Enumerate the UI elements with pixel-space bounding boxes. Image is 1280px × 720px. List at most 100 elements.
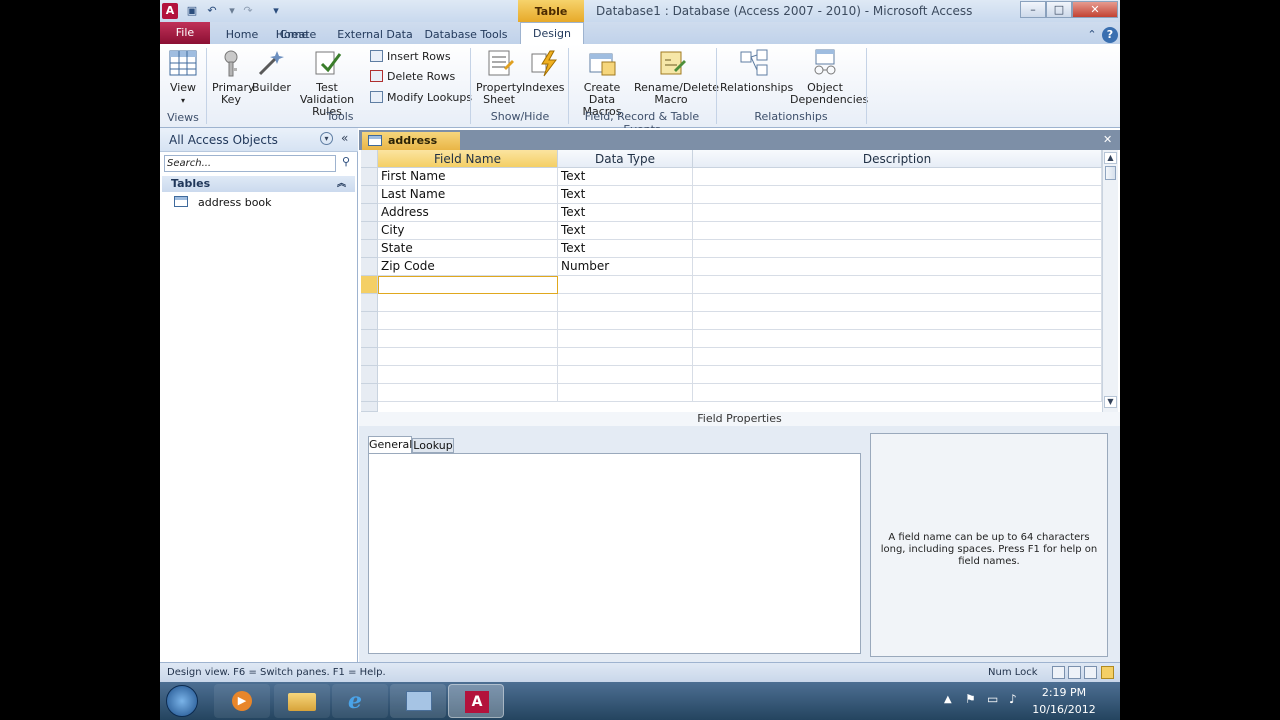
close-button[interactable]: ✕ xyxy=(1072,1,1118,18)
field-name-cell[interactable]: State xyxy=(378,240,558,258)
column-header-data-type[interactable]: Data Type xyxy=(558,150,693,168)
property-sheet-button[interactable]: Property Sheet xyxy=(476,48,523,106)
insert-rows-button[interactable]: Insert Rows xyxy=(370,49,451,65)
close-document-icon[interactable]: ✕ xyxy=(1103,133,1112,146)
rename-delete-macro-button[interactable]: Rename/Delete Macro xyxy=(634,48,719,106)
maximize-button[interactable]: □ xyxy=(1046,1,1072,18)
description-cell[interactable] xyxy=(693,222,1102,240)
data-type-cell[interactable]: Text xyxy=(558,222,693,240)
row-selector[interactable] xyxy=(361,204,378,222)
current-row-selector[interactable] xyxy=(361,276,378,294)
start-button-icon[interactable] xyxy=(166,685,198,717)
data-type-cell[interactable]: Number xyxy=(558,258,693,276)
show-hidden-icons-icon[interactable]: ▲ xyxy=(944,694,952,705)
nav-item-address-book[interactable]: address book xyxy=(174,195,272,211)
empty-cell[interactable] xyxy=(693,312,1102,330)
description-cell[interactable] xyxy=(693,168,1102,186)
collapse-section-icon[interactable]: ︽ xyxy=(337,176,346,192)
data-type-cell[interactable]: Text xyxy=(558,204,693,222)
new-description-cell[interactable] xyxy=(693,276,1102,294)
empty-cell[interactable] xyxy=(558,312,693,330)
primary-key-button[interactable]: Primary Key xyxy=(212,48,255,106)
nav-header[interactable]: All Access Objects ▾ « xyxy=(160,128,358,152)
empty-cell[interactable] xyxy=(693,330,1102,348)
new-data-type-cell[interactable] xyxy=(558,276,693,294)
redo-icon[interactable]: ↷ xyxy=(240,3,256,19)
modify-lookups-button[interactable]: Modify Lookups xyxy=(370,90,472,106)
qat-dropdown-icon[interactable]: ▾ xyxy=(224,3,240,19)
column-header-field-name[interactable]: Field Name xyxy=(378,150,558,168)
data-type-cell[interactable]: Text xyxy=(558,186,693,204)
action-center-flag-icon[interactable]: ⚑ xyxy=(965,692,976,706)
volume-icon[interactable]: ♪ xyxy=(1009,692,1017,706)
data-type-cell[interactable]: Text xyxy=(558,168,693,186)
empty-cell[interactable] xyxy=(378,312,558,330)
row-selector[interactable] xyxy=(361,384,378,402)
empty-cell[interactable] xyxy=(378,366,558,384)
empty-cell[interactable] xyxy=(558,330,693,348)
undo-icon[interactable]: ↶ xyxy=(204,3,220,19)
description-cell[interactable] xyxy=(693,240,1102,258)
save-icon[interactable]: ▣ xyxy=(184,3,200,19)
row-selector[interactable] xyxy=(361,330,378,348)
empty-cell[interactable] xyxy=(693,294,1102,312)
row-selector[interactable] xyxy=(361,294,378,312)
customize-qat-icon[interactable]: ▾ xyxy=(268,3,284,19)
network-icon[interactable]: ▭ xyxy=(987,692,998,706)
tab-design[interactable]: Design xyxy=(520,22,584,44)
description-cell[interactable] xyxy=(693,258,1102,276)
search-icon[interactable]: ⚲ xyxy=(338,155,354,172)
media-player-taskbar-icon[interactable]: ▶ xyxy=(214,684,270,718)
delete-rows-button[interactable]: Delete Rows xyxy=(370,69,455,85)
row-selector[interactable] xyxy=(361,222,378,240)
empty-cell[interactable] xyxy=(693,366,1102,384)
internet-explorer-taskbar-icon[interactable]: e xyxy=(332,684,388,718)
create-data-macros-button[interactable]: Create Data Macros xyxy=(572,48,632,118)
column-header-description[interactable]: Description xyxy=(693,150,1102,168)
scroll-thumb[interactable] xyxy=(1105,166,1116,180)
empty-cell[interactable] xyxy=(558,384,693,402)
row-selector[interactable] xyxy=(361,168,378,186)
datasheet-view-button-icon[interactable] xyxy=(1052,666,1065,679)
minimize-ribbon-icon[interactable]: ⌃ xyxy=(1084,27,1100,43)
object-dependencies-button[interactable]: Object Dependencies xyxy=(790,48,868,106)
field-name-cell[interactable]: First Name xyxy=(378,168,558,186)
tab-file[interactable]: File xyxy=(160,22,210,44)
empty-cell[interactable] xyxy=(558,348,693,366)
tab-create[interactable]: Create xyxy=(274,25,322,44)
help-icon[interactable]: ? xyxy=(1102,27,1118,43)
access-logo-icon[interactable]: A xyxy=(162,3,178,19)
scroll-down-icon[interactable]: ▼ xyxy=(1104,396,1117,408)
builder-button[interactable]: Builder xyxy=(252,48,291,94)
test-validation-rules-button[interactable]: Test Validation Rules xyxy=(290,48,364,118)
clock-date[interactable]: 10/16/2012 xyxy=(1032,703,1096,716)
grid-vertical-scrollbar[interactable]: ▲ ▼ xyxy=(1102,150,1118,412)
field-name-cell[interactable]: Address xyxy=(378,204,558,222)
empty-cell[interactable] xyxy=(693,348,1102,366)
row-selector[interactable] xyxy=(361,186,378,204)
design-view-icon[interactable] xyxy=(1101,666,1114,679)
description-cell[interactable] xyxy=(693,186,1102,204)
empty-cell[interactable] xyxy=(378,348,558,366)
field-name-cell[interactable]: Last Name xyxy=(378,186,558,204)
row-selector[interactable] xyxy=(361,402,378,412)
relationships-button[interactable]: Relationships xyxy=(720,48,793,94)
view-button[interactable]: View ▾ xyxy=(166,48,200,107)
document-tab-address-book[interactable]: address book xyxy=(362,132,460,165)
scroll-up-icon[interactable]: ▲ xyxy=(1104,152,1117,164)
description-cell[interactable] xyxy=(693,204,1102,222)
field-name-cell[interactable]: Zip Code xyxy=(378,258,558,276)
field-name-cell[interactable]: City xyxy=(378,222,558,240)
row-selector[interactable] xyxy=(361,366,378,384)
empty-cell[interactable] xyxy=(378,330,558,348)
row-selector[interactable] xyxy=(361,348,378,366)
empty-cell[interactable] xyxy=(378,294,558,312)
clock-time[interactable]: 2:19 PM xyxy=(1038,686,1090,699)
nav-section-tables[interactable]: Tables ︽ xyxy=(162,176,355,192)
empty-cell[interactable] xyxy=(558,294,693,312)
shutter-bar-close-icon[interactable]: « xyxy=(341,131,348,145)
row-selector[interactable] xyxy=(361,240,378,258)
nav-menu-dropdown-icon[interactable]: ▾ xyxy=(320,132,333,145)
new-field-name-cell[interactable] xyxy=(378,276,558,294)
file-explorer-taskbar-icon[interactable] xyxy=(274,684,330,718)
